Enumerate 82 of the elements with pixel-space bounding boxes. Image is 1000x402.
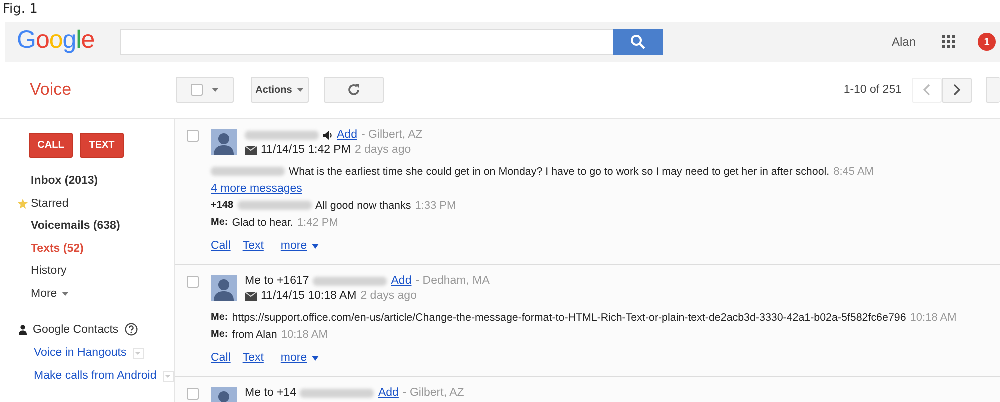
message-text: What is the earliest time she could get in on Monday? I have to go to work so I may need to get her in after school. [289, 166, 830, 178]
avatar-silhouette [211, 129, 237, 155]
nav-item[interactable]: Texts (52) [31, 242, 84, 255]
row-checkbox[interactable] [187, 130, 199, 142]
sender-label: Me: [211, 312, 228, 323]
more-dropdown[interactable]: more [280, 352, 320, 364]
search-field[interactable] [120, 29, 613, 55]
action-link[interactable]: Text [242, 352, 264, 364]
add-contact-link[interactable]: Add [391, 275, 412, 287]
nav-item[interactable]: Inbox (2013) [31, 175, 98, 188]
message-time: 1:42 PM [297, 216, 338, 228]
row-checkbox[interactable] [187, 276, 199, 288]
caret-icon [297, 88, 304, 92]
message-time: 1:33 PM [415, 200, 456, 212]
nav-item[interactable]: Starred [31, 198, 69, 210]
date-text: 11/14/15 10:18 AM [261, 290, 357, 302]
more-messages-link[interactable]: 4 more messages [211, 182, 302, 194]
action-link[interactable]: Call [211, 240, 231, 252]
message-text: All good now thanks [316, 200, 412, 212]
notification-badge[interactable]: 1 [978, 33, 996, 51]
refresh-button[interactable] [324, 77, 384, 103]
pagination-count: 1-10 of 251 [844, 84, 902, 96]
action-link[interactable]: Call [211, 352, 231, 364]
add-contact-link[interactable]: Add [337, 129, 358, 141]
caller-label: Me to +14 [245, 387, 296, 399]
sender-label: Me: [211, 329, 228, 340]
logo: Google [16, 26, 96, 54]
dropdown-toggle[interactable] [132, 348, 144, 358]
message-time: 10:18 AM [910, 312, 957, 324]
caret-icon [135, 352, 142, 354]
message-time: 8:45 AM [834, 166, 874, 178]
search-icon [630, 34, 646, 50]
next-page-button[interactable] [942, 78, 972, 102]
location-text: - Gilbert, AZ [361, 129, 423, 141]
message-text: from Alan [232, 328, 278, 340]
nav-item[interactable]: History [31, 265, 67, 278]
message-text: https://support.office.com/en-us/article/Change-the-message-format-to-HTML-Rich-Text-or-plain-text-de2acb3d-3330-42a1-b02a-5f582fc6e796 [232, 312, 906, 324]
refresh-icon [347, 83, 361, 97]
more-dropdown[interactable]: more [280, 240, 320, 252]
sidebar-link[interactable]: Voice in Hangouts [34, 347, 127, 359]
help-icon[interactable] [124, 323, 138, 336]
action-link[interactable]: Text [242, 240, 264, 252]
date-text: 11/14/15 1:42 PM [261, 144, 351, 156]
row-checkbox[interactable] [187, 388, 199, 400]
text-button[interactable]: TEXT [80, 133, 124, 158]
location-text: - Gilbert, AZ [402, 387, 464, 399]
person-icon [19, 324, 27, 334]
chevron-right-icon [953, 84, 961, 96]
sender-label: +148 [211, 200, 234, 211]
caret-icon [165, 374, 172, 378]
apps-grid-icon[interactable] [942, 35, 956, 49]
avatar-silhouette [211, 275, 237, 301]
star-icon [18, 198, 28, 208]
relative-time: 2 days ago [354, 144, 412, 156]
search-button[interactable] [613, 29, 663, 55]
checkbox[interactable] [191, 84, 203, 96]
relative-time: 2 days ago [360, 290, 417, 302]
call-button[interactable]: CALL [29, 133, 73, 158]
user-name[interactable]: Alan [892, 35, 916, 49]
contacts-link[interactable]: Google Contacts [33, 324, 119, 336]
caller-label: Me to +1617 [245, 275, 310, 287]
app-title: Voice [29, 80, 73, 100]
nav-item[interactable]: More [31, 288, 70, 300]
nav-item[interactable]: Voicemails (638) [31, 220, 120, 232]
caret-icon [312, 244, 320, 248]
envelope-icon [245, 292, 257, 300]
actions-dropdown[interactable]: Actions [251, 77, 309, 103]
chevron-left-icon [923, 84, 931, 96]
caret-icon [62, 292, 70, 296]
caret-icon [312, 356, 320, 360]
message-text: Glad to hear. [232, 216, 294, 228]
select-dropdown[interactable] [176, 77, 234, 103]
dropdown-toggle[interactable] [162, 370, 174, 382]
speaker-icon[interactable] [323, 130, 333, 140]
message-time: 10:18 AM [281, 328, 328, 340]
location-text: - Dedham, MA [416, 275, 490, 287]
sender-label: Me: [211, 217, 228, 228]
add-contact-link[interactable]: Add [378, 387, 399, 399]
caret-icon [212, 88, 219, 92]
figure-caption: Fig. 1 [2, 1, 39, 19]
envelope-icon [245, 146, 257, 154]
sidebar-link[interactable]: Make calls from Android [34, 370, 157, 382]
